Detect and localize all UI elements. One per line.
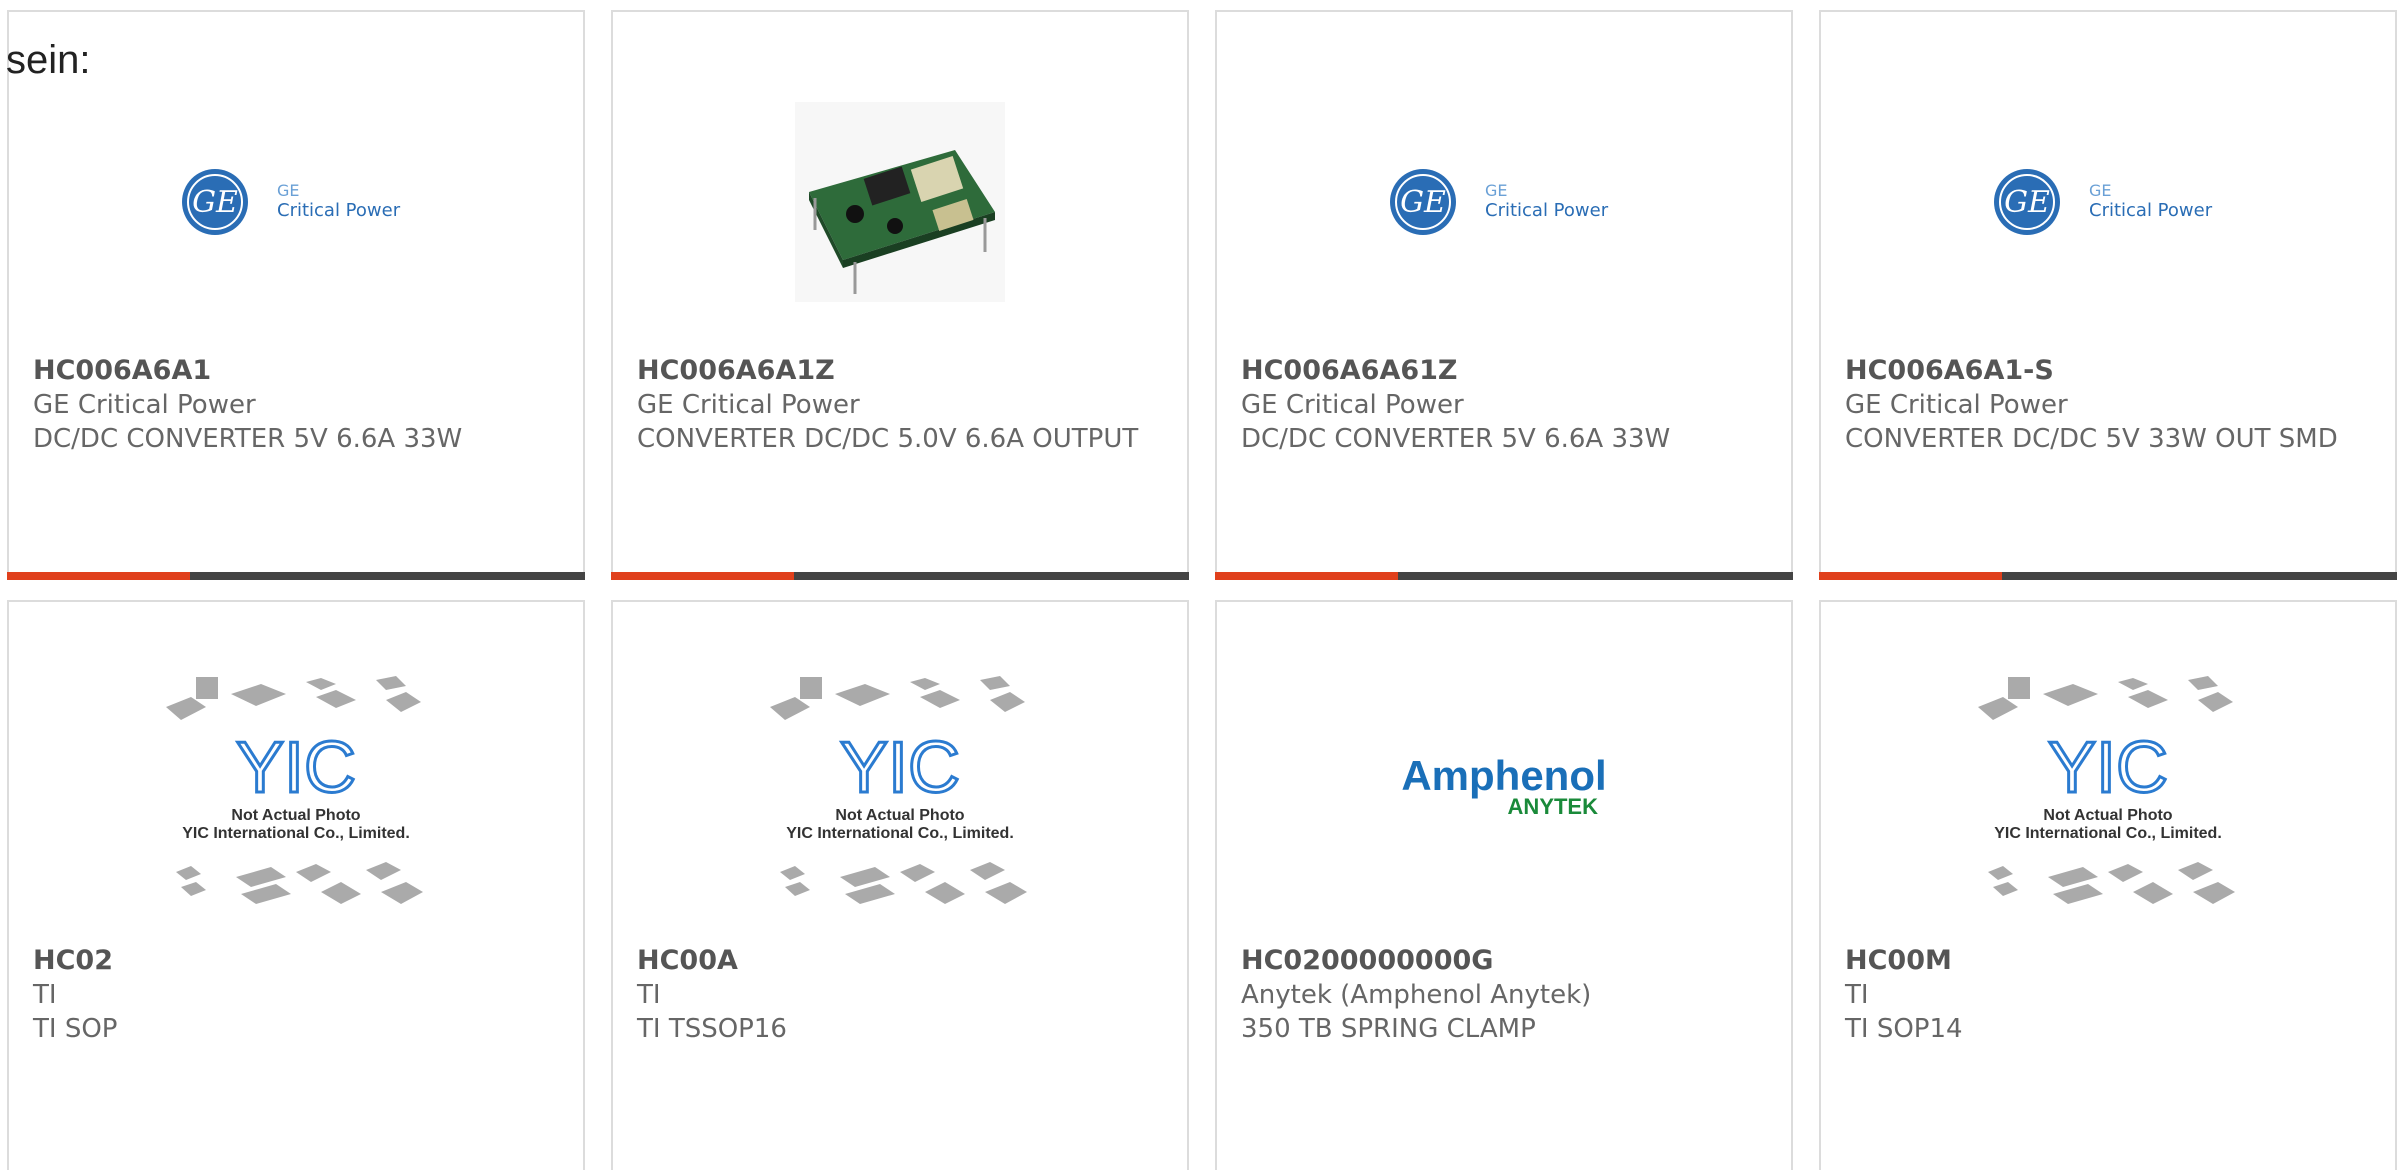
description: CONVERTER DC/DC 5V 33W OUT SMD <box>1845 424 2338 454</box>
product-card[interactable]: YIC Not Actual Photo YIC International C… <box>1819 600 2397 1170</box>
amphenol-logo-icon: Amphenol ANYTEK <box>1401 752 1606 819</box>
manufacturer: TI <box>1845 980 1869 1010</box>
description: CONVERTER DC/DC 5.0V 6.6A OUTPUT <box>637 424 1139 454</box>
ge-logo-icon: GE GE Critical Power <box>1390 169 1609 235</box>
product-image[interactable]: GE GE Critical Power <box>1217 92 1791 312</box>
description: DC/DC CONVERTER 5V 6.6A 33W <box>1241 424 1671 454</box>
manufacturer: Anytek (Amphenol Anytek) <box>1241 980 1592 1010</box>
part-number-link[interactable]: HC0200000000G <box>1241 944 1771 978</box>
ge-logo-text-1: GE <box>277 181 300 200</box>
card-stripe <box>1819 572 2397 580</box>
placeholder-text-1: Not Actual Photo <box>2043 807 2172 824</box>
placeholder-text-1: Not Actual Photo <box>231 807 360 824</box>
product-card[interactable]: YIC Not Actual Photo YIC International C… <box>7 600 585 1170</box>
manufacturer: GE Critical Power <box>637 390 860 420</box>
ge-logo-icon: GE GE Critical Power <box>181 162 411 242</box>
amphenol-logo-text: Amphenol <box>1401 752 1606 799</box>
manufacturer: GE Critical Power <box>1241 390 1464 420</box>
card-stripe <box>611 572 1189 580</box>
yic-placeholder-icon: YIC Not Actual Photo YIC International C… <box>166 676 423 904</box>
part-number-link[interactable]: HC006A6A1 <box>33 354 563 388</box>
placeholder-text-1: Not Actual Photo <box>835 807 964 824</box>
product-card[interactable]: GE GE Critical Power HC006A6A61Z GE Crit… <box>1215 10 1793 580</box>
manufacturer: GE Critical Power <box>1845 390 2068 420</box>
product-image[interactable]: GE GE Critical Power <box>9 92 583 312</box>
svg-text:YIC: YIC <box>236 728 356 808</box>
product-image[interactable]: YIC Not Actual Photo YIC International C… <box>1821 676 2395 904</box>
product-card[interactable]: GE GE Critical Power HC006A6A1 GE Critic… <box>7 10 585 580</box>
ge-logo-text-2: Critical Power <box>1485 200 1609 221</box>
ge-logo-text-2: Critical Power <box>277 200 401 221</box>
ge-logo-text-2: Critical Power <box>2089 200 2213 221</box>
description: 350 TB SPRING CLAMP <box>1241 1014 1536 1044</box>
part-number-link[interactable]: HC00A <box>637 944 1167 978</box>
svg-text:GE: GE <box>2004 185 2050 220</box>
anytek-logo-text: ANYTEK <box>1508 794 1599 819</box>
manufacturer: TI <box>33 980 57 1010</box>
ge-logo-icon: GE GE Critical Power <box>1994 169 2213 235</box>
svg-text:YIC: YIC <box>840 728 960 808</box>
svg-text:YIC: YIC <box>2048 728 2168 808</box>
pcb-module-photo-icon <box>795 102 1005 302</box>
yic-placeholder-icon: YIC Not Actual Photo YIC International C… <box>1978 676 2235 904</box>
product-card[interactable]: GE GE Critical Power HC006A6A1-S GE Crit… <box>1819 10 2397 580</box>
product-card[interactable]: HC006A6A1Z GE Critical Power CONVERTER D… <box>611 10 1189 580</box>
card-stripe <box>7 572 585 580</box>
product-image[interactable]: YIC Not Actual Photo YIC International C… <box>9 676 583 904</box>
part-number-link[interactable]: HC006A6A1Z <box>637 354 1167 388</box>
description: TI SOP14 <box>1845 1014 1963 1044</box>
product-card[interactable]: YIC Not Actual Photo YIC International C… <box>611 600 1189 1170</box>
prefix-text: sein: <box>6 38 91 82</box>
product-image[interactable]: GE GE Critical Power <box>1821 92 2395 312</box>
svg-text:GE: GE <box>1400 185 1446 220</box>
manufacturer: TI <box>637 980 661 1010</box>
manufacturer: GE Critical Power <box>33 390 256 420</box>
product-image[interactable]: Amphenol ANYTEK <box>1217 682 1791 902</box>
product-image[interactable]: YIC Not Actual Photo YIC International C… <box>613 676 1187 904</box>
part-number-link[interactable]: HC006A6A1-S <box>1845 354 2375 388</box>
part-number-link[interactable]: HC00M <box>1845 944 2375 978</box>
placeholder-text-2: YIC International Co., Limited. <box>786 825 1014 842</box>
description: DC/DC CONVERTER 5V 6.6A 33W <box>33 424 463 454</box>
card-stripe <box>1215 572 1793 580</box>
product-image[interactable] <box>613 92 1187 312</box>
part-number-link[interactable]: HC02 <box>33 944 563 978</box>
svg-text:GE: GE <box>192 185 238 220</box>
placeholder-text-2: YIC International Co., Limited. <box>1994 825 2222 842</box>
description: TI SOP <box>33 1014 118 1044</box>
ge-logo-text-1: GE <box>1485 181 1508 200</box>
description: TI TSSOP16 <box>637 1014 787 1044</box>
product-card[interactable]: Amphenol ANYTEK HC0200000000G Anytek (Am… <box>1215 600 1793 1170</box>
ge-logo-text-1: GE <box>2089 181 2112 200</box>
placeholder-text-2: YIC International Co., Limited. <box>182 825 410 842</box>
part-number-link[interactable]: HC006A6A61Z <box>1241 354 1771 388</box>
yic-placeholder-icon: YIC Not Actual Photo YIC International C… <box>770 676 1027 904</box>
